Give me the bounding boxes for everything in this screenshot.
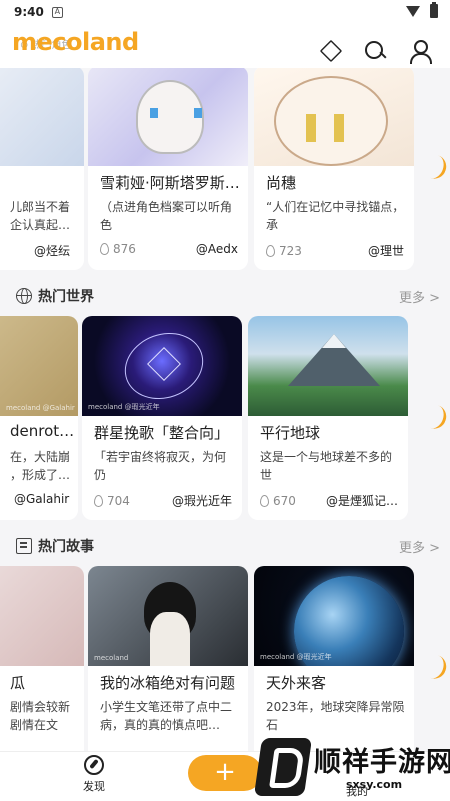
globe-icon [16,288,32,304]
nav-discover[interactable]: 发现 [78,755,110,794]
story-title: 天外来客 [266,674,327,692]
cube-icon[interactable] [319,39,343,63]
stories-row[interactable]: 瓜 剧情会较新剧情在文游… mecoland 我的冰箱绝对有问题 小学生文笔还带… [0,566,450,751]
world-title: denrot… [10,422,75,440]
world-footer: 704 @瑕光近年 [94,492,232,509]
stories-section-title: 热门故事 [38,539,94,555]
world-title: 平行地球 [260,424,321,442]
story-title: 我的冰箱绝对有问题 [100,674,236,692]
site-watermark: 顺祥手游网 sxsy.com [253,738,450,796]
likes-count: 723 [266,242,302,259]
character-thumbnail [254,68,414,166]
character-card[interactable]: 雪莉娅·阿斯塔罗斯… （点进角色档案可以听角色曲还有人物传记呢） 876 @Ae… [88,68,248,270]
top-bar: ⊙ 热门角色 mecoland [0,24,450,68]
site-watermark-title: 顺祥手游网 [314,747,450,778]
characters-row[interactable]: 儿郎当不着企认真起… @烃纭 雪莉娅·阿斯塔罗斯… （点进角色档案可以听角色曲还… [0,68,450,276]
character-title: 雪莉娅·阿斯塔罗斯… [100,174,240,192]
world-thumbnail [248,316,408,416]
thumbnail-watermark: mecoland @瑕光近年 [88,403,160,411]
stories-more-link[interactable]: 更多 > [399,537,440,556]
character-footer: @烃纭 [34,242,74,259]
character-desc: “人们在记忆中寻找锚点，承载溢出的情感。 [266,200,405,232]
character-card[interactable]: 儿郎当不着 企认真起… @烃纭 [0,68,84,270]
character-author: @烃纭 [34,244,71,258]
likes-count: 670 [260,492,296,509]
feed-scroll-area[interactable]: 儿郎当不着企认真起… @烃纭 雪莉娅·阿斯塔罗斯… （点进角色档案可以听角色曲还… [0,68,450,751]
loading-spinner [426,153,450,183]
worlds-more-link[interactable]: 更多 > [399,287,440,306]
character-thumbnail [88,68,248,166]
character-footer: 876 @Aedx [100,242,238,256]
notification-a-icon: A [51,6,63,18]
story-thumbnail [0,566,84,666]
story-thumbnail: mecoland @瑕光近年 [254,566,414,666]
worlds-section-header: 热门世界 更多 > [16,284,440,308]
site-watermark-url: sxsy.com [346,778,403,791]
world-desc: 「若宇宙终将寂灭，为何仍有星光诞生?」 [94,450,227,482]
thumbnail-watermark: mecoland @瑕光近年 [260,653,332,661]
story-desc: 小学生文笔还带了点中二 病，真的真的慎点吧… [100,700,233,732]
world-author[interactable]: @瑕光近年 [172,492,232,509]
character-author[interactable]: @理世 [368,242,404,259]
world-card[interactable]: mecoland @Galahir denrot… 在，大陆崩 ，形成了… @Ga… [0,316,78,520]
world-card[interactable]: mecoland @瑕光近年 群星挽歌「整合向」 「若宇宙终将寂灭，为何仍有星光… [82,316,242,520]
stories-section-header: 热门故事 更多 > [16,534,440,558]
loading-spinner [426,403,450,433]
worlds-section-title: 热门世界 [38,289,94,305]
story-desc: 剧情会较新剧情在文游… [10,700,71,732]
status-bar: 9:40 A [0,0,450,24]
world-desc: 在，大陆崩 ，形成了… [10,450,71,482]
nav-discover-label: 发现 [83,780,105,793]
story-card[interactable]: mecoland @瑕光近年 天外来客 2023年，地球突降异常陨石雨。15岁高… [254,566,414,751]
character-desc: 儿郎当不着 企认真起… [10,200,71,232]
character-footer: 723 @理世 [266,242,404,259]
flame-icon [94,494,103,507]
story-desc: 2023年，地球突降异常陨石雨。15岁高中生张天文，在… [266,700,405,732]
character-card[interactable]: 尚穗 “人们在记忆中寻找锚点，承载溢出的情感。 723 @理世 [254,68,414,270]
story-title: 瓜 [10,674,26,692]
world-thumbnail: mecoland @瑕光近年 [82,316,242,416]
world-footer: @Galahir [14,492,69,506]
compass-icon [84,755,104,775]
world-thumbnail: mecoland @Galahir [0,316,78,416]
story-card[interactable]: mecoland 我的冰箱绝对有问题 小学生文笔还带了点中二 病，真的真的慎点吧… [88,566,248,751]
loading-spinner [426,653,450,683]
world-card[interactable]: 平行地球 这是一个与地球差不多的世界，魔法与科技并存。不同… 670 @是煙狐记… [248,316,408,520]
world-desc: 这是一个与地球差不多的世界，魔法与科技并存。不同… [260,450,393,482]
flame-icon [266,244,275,257]
likes-count: 876 [100,242,136,256]
status-icons [406,2,438,18]
story-card[interactable]: 瓜 剧情会较新剧情在文游… [0,566,84,751]
search-icon[interactable] [364,40,386,62]
flame-icon [260,494,269,507]
battery-icon [430,2,438,18]
app-logo: mecoland [12,28,139,56]
worlds-row[interactable]: mecoland @Galahir denrot… 在，大陆崩 ，形成了… @Ga… [0,316,450,526]
wifi-icon [406,5,420,17]
character-author[interactable]: @Aedx [196,242,238,256]
world-author[interactable]: @是煙狐记… [326,492,398,509]
world-author[interactable]: @Galahir [14,492,69,506]
world-footer: 670 @是煙狐记… [260,492,398,509]
character-desc: （点进角色档案可以听角色曲还有人物传记呢） [100,200,233,232]
character-thumbnail [0,68,84,166]
user-icon[interactable] [408,40,432,64]
status-time: 9:40 [14,5,44,19]
site-logo-icon [253,738,313,796]
thumbnail-watermark: mecoland @Galahir [6,404,75,412]
add-button[interactable]: + [188,755,262,791]
likes-count: 704 [94,492,130,509]
thumbnail-watermark: mecoland [94,654,129,662]
world-title: 群星挽歌「整合向」 [94,424,230,442]
character-title: 尚穗 [266,174,297,192]
top-icons [319,39,432,64]
book-icon [16,538,32,554]
story-thumbnail: mecoland [88,566,248,666]
flame-icon [100,243,109,255]
